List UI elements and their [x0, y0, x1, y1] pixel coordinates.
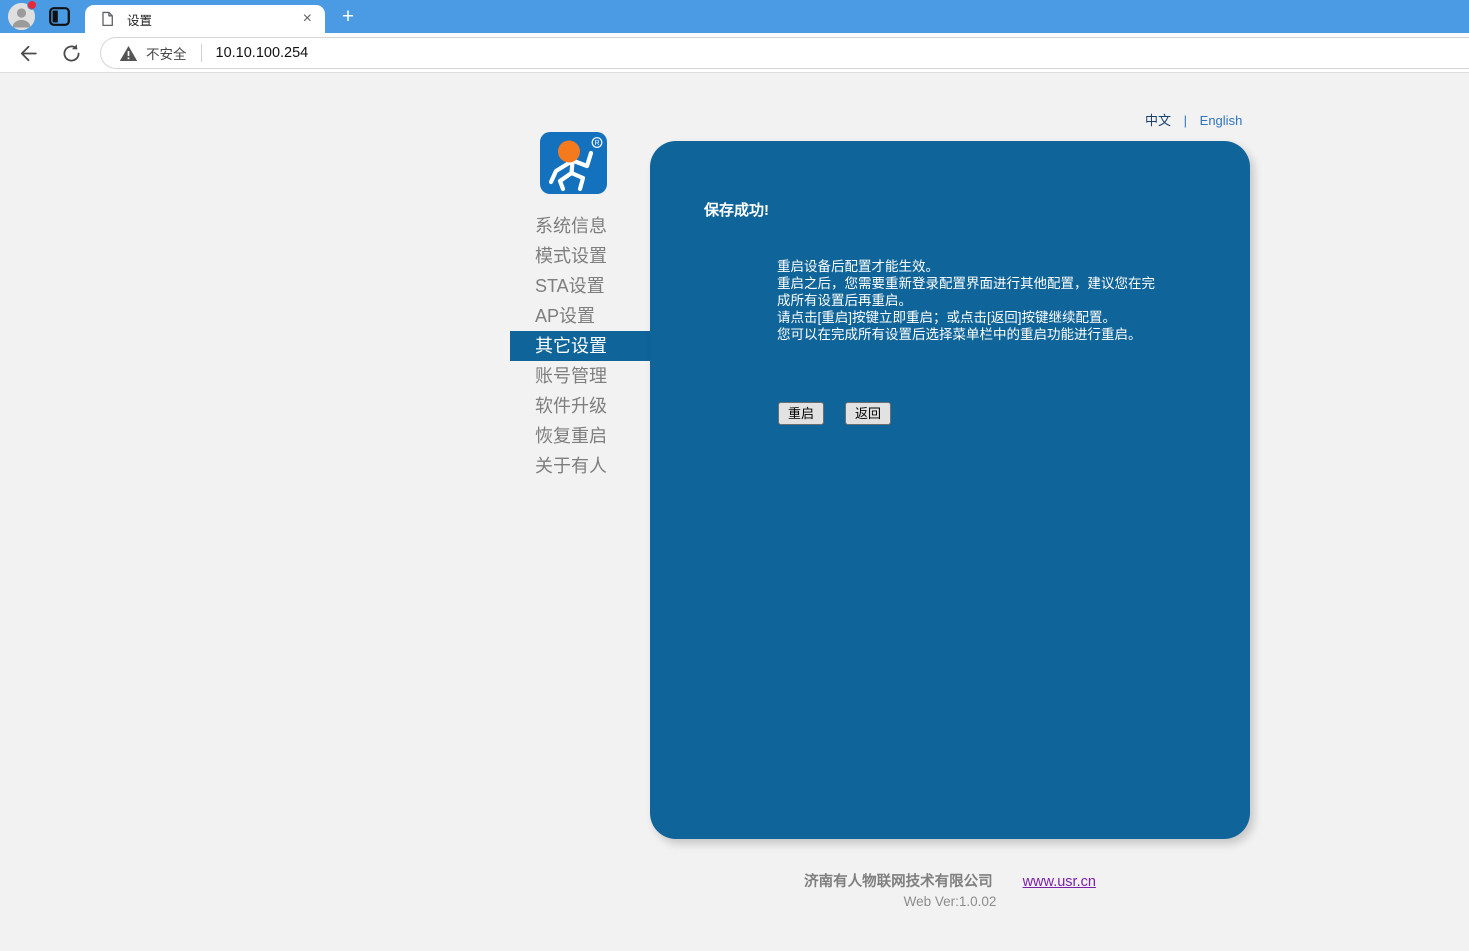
language-separator: |	[1184, 113, 1187, 128]
language-switcher: 中文 | English	[1145, 110, 1242, 129]
sidebar-item-firmware-upgrade[interactable]: 软件升级	[510, 391, 650, 421]
panel-buttons: 重启 返回	[778, 402, 891, 425]
sidebar-item-system-info[interactable]: 系统信息	[510, 211, 650, 241]
browser-titlebar: 设置 × +	[0, 0, 1469, 33]
browser-window: 设置 × + 不安全	[0, 0, 1469, 950]
url-text: 10.10.100.254	[216, 45, 309, 61]
restart-button[interactable]: 重启	[778, 402, 824, 425]
sidebar-item-ap-settings[interactable]: AP设置	[510, 301, 650, 331]
browser-tab-settings[interactable]: 设置 ×	[85, 5, 325, 33]
message-line: 重启之后，您需要重新登录配置界面进行其他配置，建议您在完	[777, 275, 1155, 292]
sidebar-item-account-management[interactable]: 账号管理	[510, 361, 650, 391]
sidebar-item-sta-settings[interactable]: STA设置	[510, 271, 650, 301]
sidebar-item-restore-restart[interactable]: 恢复重启	[510, 421, 650, 451]
page-content: 中文 | English R 系统信息 模式设置 S	[0, 73, 1469, 950]
notification-dot-icon	[27, 0, 37, 10]
web-version: Web Ver:1.0.02	[650, 894, 1250, 909]
panel-message: 重启设备后配置才能生效。 重启之后，您需要重新登录配置界面进行其他配置，建议您在…	[777, 258, 1155, 343]
return-button[interactable]: 返回	[845, 402, 891, 425]
svg-text:R: R	[594, 140, 599, 147]
workspaces-icon[interactable]	[49, 7, 70, 31]
url-divider	[201, 44, 202, 62]
language-english-link[interactable]: English	[1200, 113, 1243, 128]
back-arrow-icon	[17, 43, 38, 64]
security-label: 不安全	[146, 43, 187, 63]
message-line: 请点击[重启]按键立即重启；或点击[返回]按键继续配置。	[777, 309, 1155, 326]
document-icon	[100, 11, 115, 27]
language-chinese-link[interactable]: 中文	[1145, 113, 1171, 128]
sidebar-item-mode-settings[interactable]: 模式设置	[510, 241, 650, 271]
message-line: 您可以在完成所有设置后选择菜单栏中的重启功能进行重启。	[777, 326, 1155, 343]
back-button[interactable]	[17, 43, 39, 65]
profile-avatar[interactable]	[8, 3, 35, 30]
warning-icon[interactable]	[119, 45, 138, 62]
usr-logo-icon: R	[540, 132, 607, 194]
refresh-button[interactable]	[61, 43, 83, 65]
sidebar-item-other-settings[interactable]: 其它设置	[510, 331, 650, 361]
company-name: 济南有人物联网技术有限公司	[804, 874, 993, 890]
tab-title: 设置	[127, 10, 303, 29]
sidebar-menu: 系统信息 模式设置 STA设置 AP设置 其它设置 账号管理 软件升级 恢复重启…	[510, 211, 650, 481]
settings-panel: 保存成功! 重启设备后配置才能生效。 重启之后，您需要重新登录配置界面进行其他配…	[650, 141, 1250, 839]
page-footer: 济南有人物联网技术有限公司 www.usr.cn Web Ver:1.0.02	[650, 870, 1250, 909]
browser-toolbar: 不安全 10.10.100.254	[0, 33, 1469, 73]
refresh-icon	[61, 43, 82, 64]
website-link[interactable]: www.usr.cn	[1023, 874, 1096, 890]
panel-title: 保存成功!	[704, 199, 769, 220]
close-icon[interactable]: ×	[303, 11, 312, 27]
message-line: 重启设备后配置才能生效。	[777, 258, 1155, 275]
new-tab-button[interactable]: +	[335, 4, 361, 30]
message-line: 成所有设置后再重启。	[777, 292, 1155, 309]
sidebar-item-about-usr[interactable]: 关于有人	[510, 451, 650, 481]
address-bar[interactable]: 不安全 10.10.100.254	[100, 37, 1469, 69]
